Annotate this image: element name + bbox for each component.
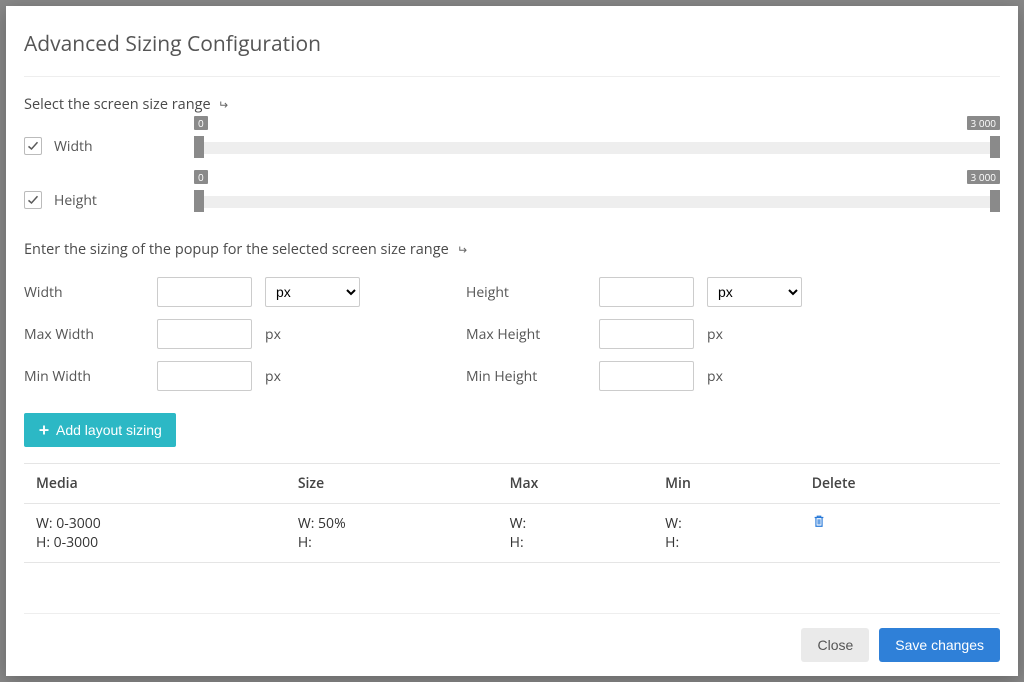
return-icon: ↵	[457, 241, 467, 258]
return-icon: ↵	[218, 96, 228, 113]
height-slider-min-label: 0	[194, 170, 208, 184]
slider-track	[200, 142, 994, 154]
min-h: H:	[665, 533, 788, 552]
max-height-unit: px	[707, 325, 807, 344]
col-delete: Delete	[800, 464, 1000, 504]
width-slider-handle-max[interactable]	[990, 136, 1000, 158]
close-button[interactable]: Close	[801, 628, 869, 662]
col-min: Min	[653, 464, 800, 504]
save-changes-button[interactable]: Save changes	[879, 628, 1000, 662]
width-input[interactable]	[157, 277, 252, 307]
modal-footer: Close Save changes	[801, 628, 1000, 662]
width-label: Width	[24, 283, 149, 302]
height-slider[interactable]: 0 3 000	[194, 186, 1000, 214]
cell-min: W: H:	[653, 504, 800, 563]
section-label-range-text: Select the screen size range	[24, 95, 211, 114]
table-row: W: 0-3000 H: 0-3000 W: 50% H: W: H: W: H…	[24, 504, 1000, 563]
max-h: H:	[510, 533, 642, 552]
min-width-input[interactable]	[157, 361, 252, 391]
media-w: W: 0-3000	[36, 514, 274, 533]
max-height-label: Max Height	[466, 325, 591, 344]
min-height-unit: px	[707, 367, 807, 386]
width-checkbox-label: Width	[54, 137, 194, 156]
add-layout-sizing-button[interactable]: Add layout sizing	[24, 413, 176, 447]
section-label-popup-text: Enter the sizing of the popup for the se…	[24, 240, 449, 259]
size-w: W: 50%	[298, 514, 486, 533]
width-slider-min-label: 0	[194, 116, 208, 130]
section-label-popup: Enter the sizing of the popup for the se…	[24, 240, 1000, 259]
check-icon	[27, 194, 39, 206]
max-height-input[interactable]	[599, 319, 694, 349]
delete-row-button[interactable]	[812, 514, 826, 533]
height-checkbox-label: Height	[54, 191, 194, 210]
width-unit-select[interactable]: px	[265, 277, 360, 307]
col-max: Max	[498, 464, 654, 504]
cell-size: W: 50% H:	[286, 504, 498, 563]
divider	[24, 76, 1000, 77]
layout-sizing-table: Media Size Max Min Delete W: 0-3000 H: 0…	[24, 463, 1000, 563]
width-slider[interactable]: 0 3 000	[194, 132, 1000, 160]
height-checkbox[interactable]	[24, 191, 42, 209]
height-input[interactable]	[599, 277, 694, 307]
width-slider-max-label: 3 000	[967, 116, 1000, 130]
sizing-form: Width px Height px Max Width px Max Heig…	[24, 277, 1000, 391]
size-h: H:	[298, 533, 486, 552]
cell-max: W: H:	[498, 504, 654, 563]
height-unit-select[interactable]: px	[707, 277, 802, 307]
width-slider-handle-min[interactable]	[194, 136, 204, 158]
height-label: Height	[466, 283, 591, 302]
max-width-unit: px	[265, 325, 365, 344]
max-width-input[interactable]	[157, 319, 252, 349]
trash-icon	[812, 514, 826, 528]
width-checkbox[interactable]	[24, 137, 42, 155]
height-slider-max-label: 3 000	[967, 170, 1000, 184]
min-w: W:	[665, 514, 788, 533]
max-w: W:	[510, 514, 642, 533]
min-width-label: Min Width	[24, 367, 149, 386]
min-height-input[interactable]	[599, 361, 694, 391]
check-icon	[27, 140, 39, 152]
min-height-label: Min Height	[466, 367, 591, 386]
col-media: Media	[24, 464, 286, 504]
plus-icon	[38, 424, 50, 436]
width-slider-row: Width 0 3 000	[24, 132, 1000, 160]
cell-delete	[800, 504, 1000, 563]
slider-track	[200, 196, 994, 208]
height-slider-row: Height 0 3 000	[24, 186, 1000, 214]
modal-title: Advanced Sizing Configuration	[24, 30, 1000, 58]
height-slider-handle-min[interactable]	[194, 190, 204, 212]
min-width-unit: px	[265, 367, 365, 386]
section-label-range: Select the screen size range ↵	[24, 95, 1000, 114]
table-header-row: Media Size Max Min Delete	[24, 464, 1000, 504]
col-size: Size	[286, 464, 498, 504]
advanced-sizing-modal: Advanced Sizing Configuration Select the…	[6, 6, 1018, 676]
media-h: H: 0-3000	[36, 533, 274, 552]
cell-media: W: 0-3000 H: 0-3000	[24, 504, 286, 563]
add-layout-sizing-label: Add layout sizing	[56, 422, 162, 438]
max-width-label: Max Width	[24, 325, 149, 344]
height-slider-handle-max[interactable]	[990, 190, 1000, 212]
footer-divider	[24, 613, 1000, 614]
